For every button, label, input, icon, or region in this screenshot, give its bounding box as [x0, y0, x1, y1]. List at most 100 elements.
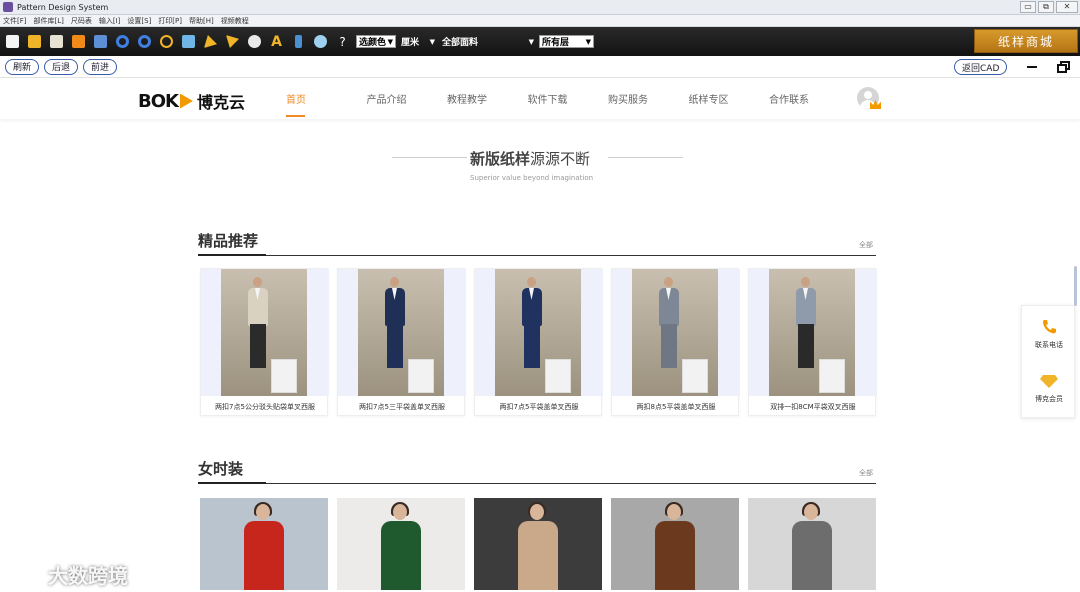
unit-select-value: 厘米 [401, 38, 420, 48]
product-caption: 两扣7点5三平袋盖单叉西服 [359, 403, 445, 411]
back-button[interactable]: 后退 [44, 58, 79, 75]
product-caption: 两扣7点5公分驳头贴袋单叉西服 [215, 403, 315, 411]
browser-nav-bar: 刷新 后退 前进 返回CAD [0, 56, 1080, 78]
site-nav: 首页 产品介绍 教程教学 软件下载 购买服务 纸样专区 合作联系 [286, 91, 850, 106]
women-title: 女时装 [198, 460, 244, 478]
window-title: Pattern Design System [17, 2, 109, 12]
product-card[interactable]: 两扣7点5平袋盖单叉西服 [474, 268, 603, 416]
fashion-photo [234, 502, 294, 590]
fashion-card[interactable] [200, 498, 328, 590]
color-select-value: 选颜色 [359, 38, 387, 48]
pen-icon[interactable] [202, 33, 219, 50]
measure-icon[interactable] [246, 33, 263, 50]
fashion-card[interactable] [748, 498, 876, 590]
redo-icon[interactable] [136, 33, 153, 50]
nav-downloads[interactable]: 软件下载 [528, 91, 609, 106]
product-card[interactable]: 双排一扣8CM平袋双叉西服 [748, 268, 877, 416]
pattern-shop-button[interactable]: 纸样商城 [974, 29, 1078, 53]
refresh-button[interactable]: 刷新 [5, 58, 40, 75]
import-icon[interactable] [48, 33, 65, 50]
product-card[interactable]: 两扣8点5平袋盖单叉西服 [611, 268, 740, 416]
active-nav-indicator [286, 115, 305, 117]
watermark-text: 大数跨境 [48, 564, 128, 588]
window-title-bar: Pattern Design System ▭ ⧉ ✕ [0, 0, 1080, 15]
restore-window-icon[interactable] [1057, 61, 1070, 73]
layer-select[interactable]: 所有层 ▼ [539, 35, 594, 48]
featured-all-link[interactable]: 全部 [859, 240, 873, 250]
menu-video-tutorial[interactable]: 视频教程 [221, 16, 249, 26]
nav-purchase[interactable]: 购买服务 [608, 91, 689, 106]
menu-file[interactable]: 文件[F] [3, 16, 27, 26]
scrollbar-thumb[interactable] [1074, 266, 1077, 306]
diamond-icon [1040, 372, 1058, 390]
women-all-link[interactable]: 全部 [859, 468, 873, 478]
menu-help[interactable]: 帮助[H] [189, 16, 214, 26]
hero-divider-right [608, 157, 683, 158]
fashion-photo [645, 502, 705, 590]
chevron-down-icon: ▼ [429, 37, 435, 46]
main-toolbar: A ? 选颜色 ▼ 厘米 ▼ 全部面料 ▼ 所有层 ▼ 纸样商城 [0, 27, 1080, 56]
nav-home[interactable]: 首页 [286, 91, 367, 106]
fashion-card[interactable] [337, 498, 465, 590]
product-caption: 双排一扣8CM平袋双叉西服 [770, 403, 856, 411]
hero-title-bold: 新版纸样 [470, 150, 531, 168]
layer-select-value: 所有层 [542, 38, 570, 48]
phone-contact-label: 联系电话 [1035, 341, 1063, 349]
logo-cn: 博克云 [196, 93, 245, 112]
print-icon[interactable] [92, 33, 109, 50]
open-folder-icon[interactable] [26, 33, 43, 50]
save-icon[interactable] [70, 33, 87, 50]
menu-print[interactable]: 打印[P] [158, 16, 182, 26]
hero-title-rest: 源源不断 [530, 150, 591, 168]
forward-button[interactable]: 前进 [83, 58, 118, 75]
layout-icon[interactable] [180, 33, 197, 50]
menu-parts-library[interactable]: 部件库[L] [34, 16, 64, 26]
nav-tutorials[interactable]: 教程教学 [447, 91, 528, 106]
hero-divider-left [392, 157, 467, 158]
fabric-select-value: 全部面料 [442, 38, 479, 48]
product-card[interactable]: 两扣7点5公分驳头贴袋单叉西服 [200, 268, 329, 416]
return-cad-button[interactable]: 返回CAD [954, 59, 1008, 75]
hero-subtitle: Superior value beyond imagination [470, 174, 594, 182]
phone-contact-item[interactable]: 联系电话 [1022, 318, 1076, 350]
site-logo[interactable]: BOK 博克云 [138, 89, 245, 113]
member-item[interactable]: 博克会员 [1022, 372, 1076, 404]
chevron-down-icon: ▼ [585, 37, 591, 46]
nav-contact[interactable]: 合作联系 [769, 91, 850, 106]
help-icon[interactable]: ? [334, 33, 351, 50]
featured-title: 精品推荐 [198, 232, 259, 250]
menu-size-chart[interactable]: 尺码表 [71, 16, 92, 26]
fashion-card[interactable] [474, 498, 602, 590]
featured-divider-accent [198, 254, 266, 256]
menu-settings[interactable]: 设置[S] [127, 16, 151, 26]
logo-latin: BOK [138, 90, 179, 112]
women-divider [198, 483, 876, 484]
member-label: 博克会员 [1035, 395, 1063, 403]
settings-icon[interactable] [312, 33, 329, 50]
color-select[interactable]: 选颜色 ▼ [356, 35, 396, 48]
product-card[interactable]: 两扣7点5三平袋盖单叉西服 [337, 268, 466, 416]
chevron-down-icon: ▼ [387, 37, 393, 46]
fashion-card[interactable] [611, 498, 739, 590]
zoom-icon[interactable] [158, 33, 175, 50]
undo-icon[interactable] [114, 33, 131, 50]
fashion-photo [508, 502, 568, 590]
site-header: BOK 博克云 首页 产品介绍 教程教学 软件下载 购买服务 纸样专区 合作联系 [0, 79, 1080, 119]
menu-input[interactable]: 输入[I] [99, 16, 121, 26]
maximize-button[interactable]: ⧉ [1038, 1, 1054, 13]
bottle-icon[interactable] [290, 33, 307, 50]
fabric-select[interactable]: 全部面料 ▼ [440, 35, 536, 49]
nav-patterns[interactable]: 纸样专区 [689, 91, 770, 106]
unit-select[interactable]: 厘米 ▼ [399, 35, 437, 49]
minimize-button[interactable]: ▭ [1020, 1, 1036, 13]
window-controls: ▭ ⧉ ✕ [1020, 1, 1078, 13]
new-file-icon[interactable] [4, 33, 21, 50]
product-caption: 两扣8点5平袋盖单叉西服 [636, 403, 716, 411]
nav-products[interactable]: 产品介绍 [367, 91, 448, 106]
product-caption: 两扣7点5平袋盖单叉西服 [499, 403, 579, 411]
phone-icon [1040, 318, 1058, 336]
close-button[interactable]: ✕ [1056, 1, 1078, 13]
text-icon[interactable]: A [268, 33, 285, 50]
minimize-panel-icon[interactable] [1027, 66, 1037, 68]
pencil-icon[interactable] [224, 33, 241, 50]
